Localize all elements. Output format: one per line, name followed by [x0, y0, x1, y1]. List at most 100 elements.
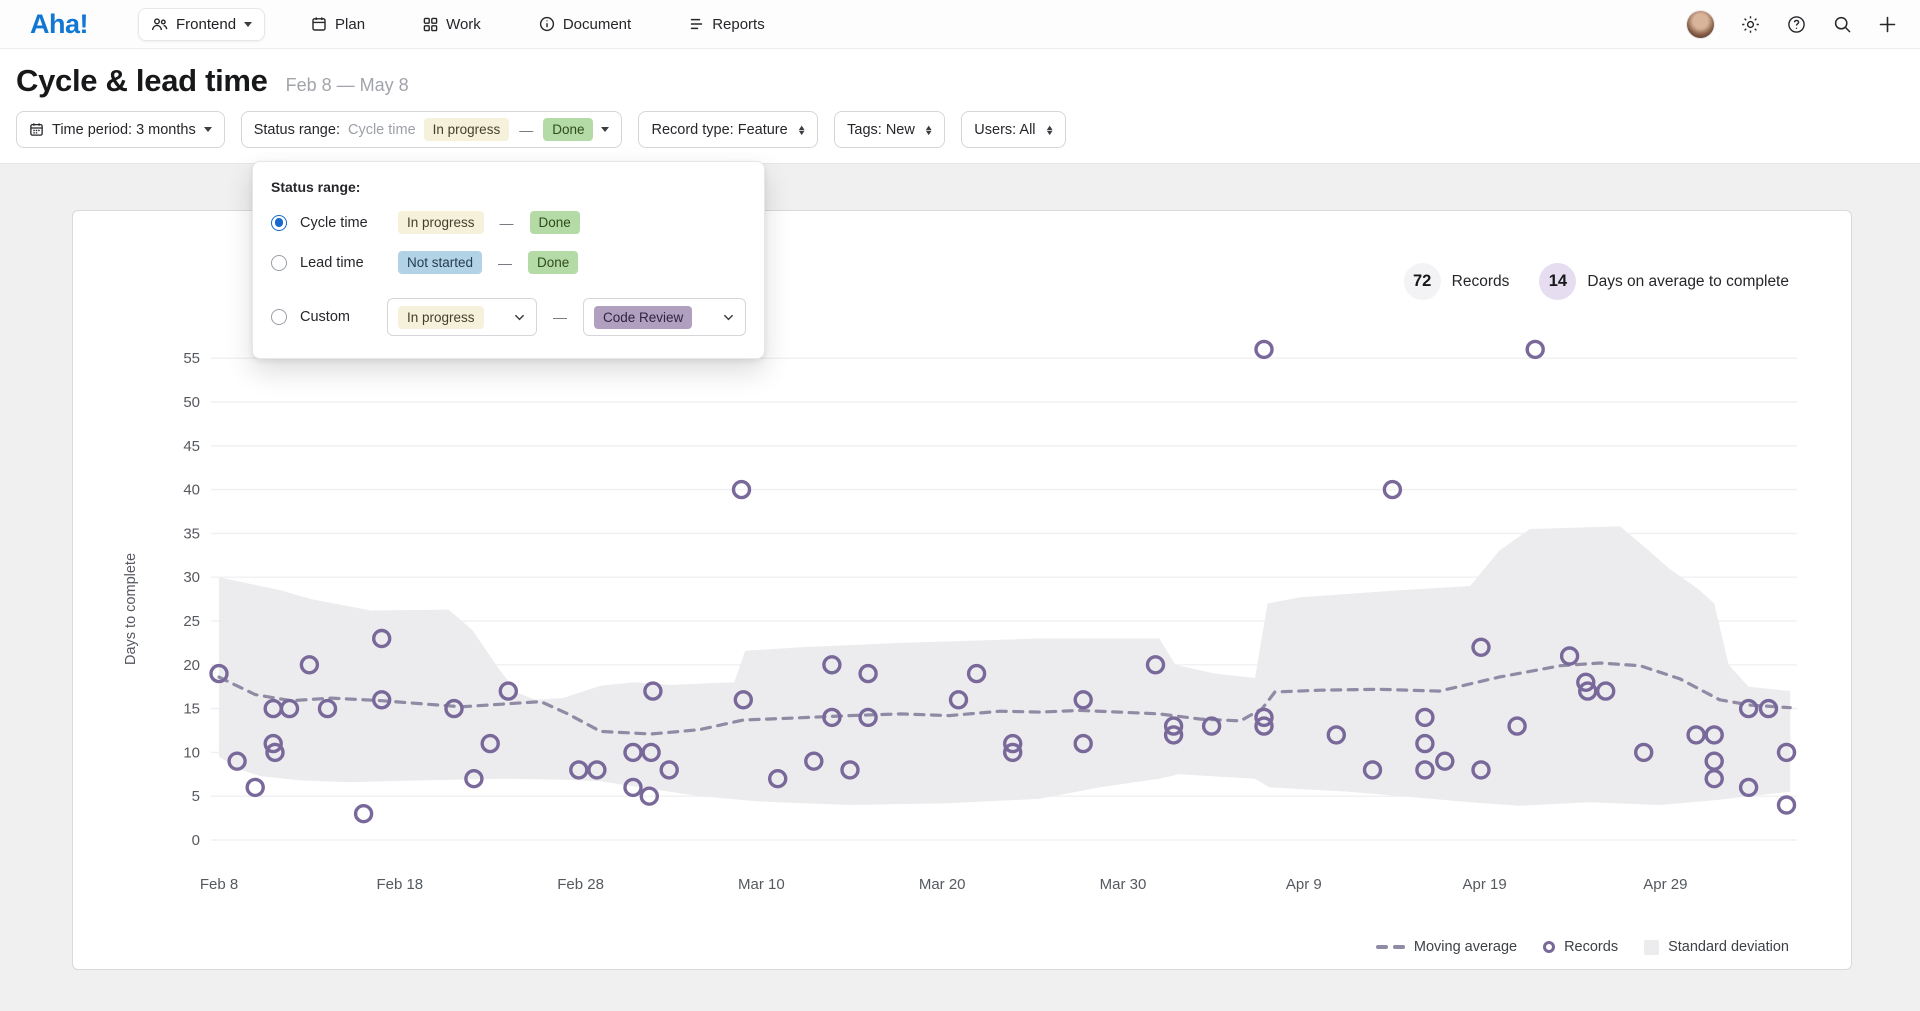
- select-arrows-icon: ▲▼: [798, 125, 805, 135]
- aha-logo[interactable]: Aha!: [30, 9, 88, 40]
- help-icon[interactable]: [1787, 15, 1806, 34]
- time-period-filter[interactable]: Time period: 3 months: [16, 111, 225, 148]
- status-badge-done: Done: [528, 251, 578, 274]
- nav-item-reports[interactable]: Reports: [689, 16, 765, 33]
- legend-label: Moving average: [1414, 939, 1517, 955]
- summary-stats: 72 Records 14 Days on average to complet…: [1404, 263, 1789, 300]
- cycle-time-label: Cycle time: [300, 215, 398, 231]
- status-badge-from: In progress: [424, 118, 510, 141]
- records-count-badge: 72: [1404, 263, 1441, 300]
- status-range-mode: Cycle time: [348, 122, 416, 138]
- svg-text:30: 30: [183, 569, 200, 586]
- legend-standard-deviation: Standard deviation: [1644, 939, 1789, 955]
- nav-item-work[interactable]: Work: [423, 16, 481, 33]
- chevron-down-icon: [513, 311, 526, 324]
- svg-text:Mar 30: Mar 30: [1100, 876, 1147, 893]
- option-cycle-time: Cycle time In progress — Done: [271, 211, 746, 234]
- status-badge-code-review: Code Review: [594, 306, 692, 329]
- users-label: Users: All: [974, 122, 1035, 138]
- cycle-time-radio[interactable]: [271, 215, 287, 231]
- page-title: Cycle & lead time: [16, 63, 268, 99]
- filter-bar: Time period: 3 months Status range: Cycl…: [0, 99, 1920, 164]
- calendar-icon: [311, 16, 327, 32]
- svg-text:Mar 20: Mar 20: [919, 876, 966, 893]
- tags-label: Tags: New: [847, 122, 915, 138]
- popover-title: Status range:: [271, 179, 746, 195]
- range-dash: —: [551, 309, 569, 325]
- info-circle-icon: [539, 16, 555, 32]
- status-range-filter[interactable]: Status range: Cycle time In progress — D…: [241, 111, 623, 148]
- select-arrows-icon: ▲▼: [925, 125, 932, 135]
- plus-icon[interactable]: [1879, 16, 1896, 33]
- range-dash: —: [496, 255, 514, 271]
- nav-item-document[interactable]: Document: [539, 16, 631, 33]
- legend-records: Records: [1543, 939, 1618, 955]
- svg-text:15: 15: [183, 701, 200, 718]
- status-badge-not-started: Not started: [398, 251, 482, 274]
- square-swatch-icon: [1644, 940, 1659, 955]
- nav-label-plan: Plan: [335, 16, 365, 33]
- dash-swatch-icon: [1376, 945, 1405, 949]
- avg-days-stat-label: Days on average to complete: [1587, 273, 1789, 291]
- select-arrows-icon: ▲▼: [1046, 125, 1053, 135]
- chart-legend: Moving average Records Standard deviatio…: [1376, 939, 1789, 955]
- nav-label-reports: Reports: [712, 16, 765, 33]
- grid-icon: [423, 17, 438, 32]
- legend-label: Standard deviation: [1668, 939, 1789, 955]
- record-type-filter[interactable]: Record type: Feature ▲▼: [638, 111, 818, 148]
- nav-item-plan[interactable]: Plan: [311, 16, 365, 33]
- svg-text:Feb 8: Feb 8: [200, 876, 238, 893]
- svg-text:Feb 18: Feb 18: [376, 876, 423, 893]
- avg-days-badge: 14: [1539, 263, 1576, 300]
- lead-time-radio[interactable]: [271, 255, 287, 271]
- avg-days-stat: 14 Days on average to complete: [1539, 263, 1789, 300]
- status-badge-in-progress: In progress: [398, 306, 484, 329]
- svg-text:Feb 28: Feb 28: [557, 876, 604, 893]
- status-badge-done: Done: [530, 211, 580, 234]
- workspace-switcher[interactable]: Frontend: [138, 8, 265, 41]
- top-nav: Aha! Frontend Plan: [0, 0, 1920, 49]
- time-period-label: Time period: 3 months: [52, 122, 196, 138]
- status-range-label: Status range:: [254, 122, 340, 138]
- tags-filter[interactable]: Tags: New ▲▼: [834, 111, 945, 148]
- settings-gear-icon[interactable]: [1741, 15, 1760, 34]
- chevron-down-icon: [244, 22, 252, 27]
- records-stat: 72 Records: [1404, 263, 1510, 300]
- svg-text:Apr 9: Apr 9: [1286, 876, 1322, 893]
- nav-label-document: Document: [563, 16, 631, 33]
- svg-text:5: 5: [192, 788, 200, 805]
- svg-text:20: 20: [183, 657, 200, 674]
- calendar-icon: [29, 122, 44, 137]
- svg-text:40: 40: [183, 482, 200, 499]
- nav-label-work: Work: [446, 16, 481, 33]
- legend-label: Records: [1564, 939, 1618, 955]
- status-badge-in-progress: In progress: [398, 211, 484, 234]
- record-type-label: Record type: Feature: [651, 122, 787, 138]
- workspace-name: Frontend: [176, 16, 236, 33]
- svg-text:0: 0: [192, 832, 200, 849]
- range-dash: —: [517, 122, 535, 138]
- users-filter[interactable]: Users: All ▲▼: [961, 111, 1066, 148]
- custom-radio[interactable]: [271, 309, 287, 325]
- user-avatar[interactable]: [1687, 11, 1714, 38]
- svg-text:Days to complete: Days to complete: [123, 553, 139, 665]
- primary-nav: Plan Work Document: [311, 16, 765, 33]
- svg-text:Apr 29: Apr 29: [1643, 876, 1687, 893]
- legend-moving-average: Moving average: [1376, 939, 1517, 955]
- status-badge-to: Done: [543, 118, 593, 141]
- people-icon: [151, 17, 168, 32]
- ring-swatch-icon: [1543, 941, 1555, 953]
- custom-to-select[interactable]: Code Review: [583, 298, 746, 336]
- svg-text:45: 45: [183, 438, 200, 455]
- custom-from-select[interactable]: In progress: [387, 298, 537, 336]
- records-stat-label: Records: [1452, 273, 1510, 291]
- option-custom: Custom In progress — Code Review: [271, 298, 746, 336]
- svg-text:50: 50: [183, 394, 200, 411]
- custom-label: Custom: [300, 309, 387, 325]
- search-icon[interactable]: [1833, 15, 1852, 34]
- svg-text:Apr 19: Apr 19: [1462, 876, 1506, 893]
- chevron-down-icon: [722, 311, 735, 324]
- page-header: Cycle & lead time Feb 8 — May 8: [0, 49, 1920, 99]
- chevron-down-icon: [204, 127, 212, 132]
- svg-text:25: 25: [183, 613, 200, 630]
